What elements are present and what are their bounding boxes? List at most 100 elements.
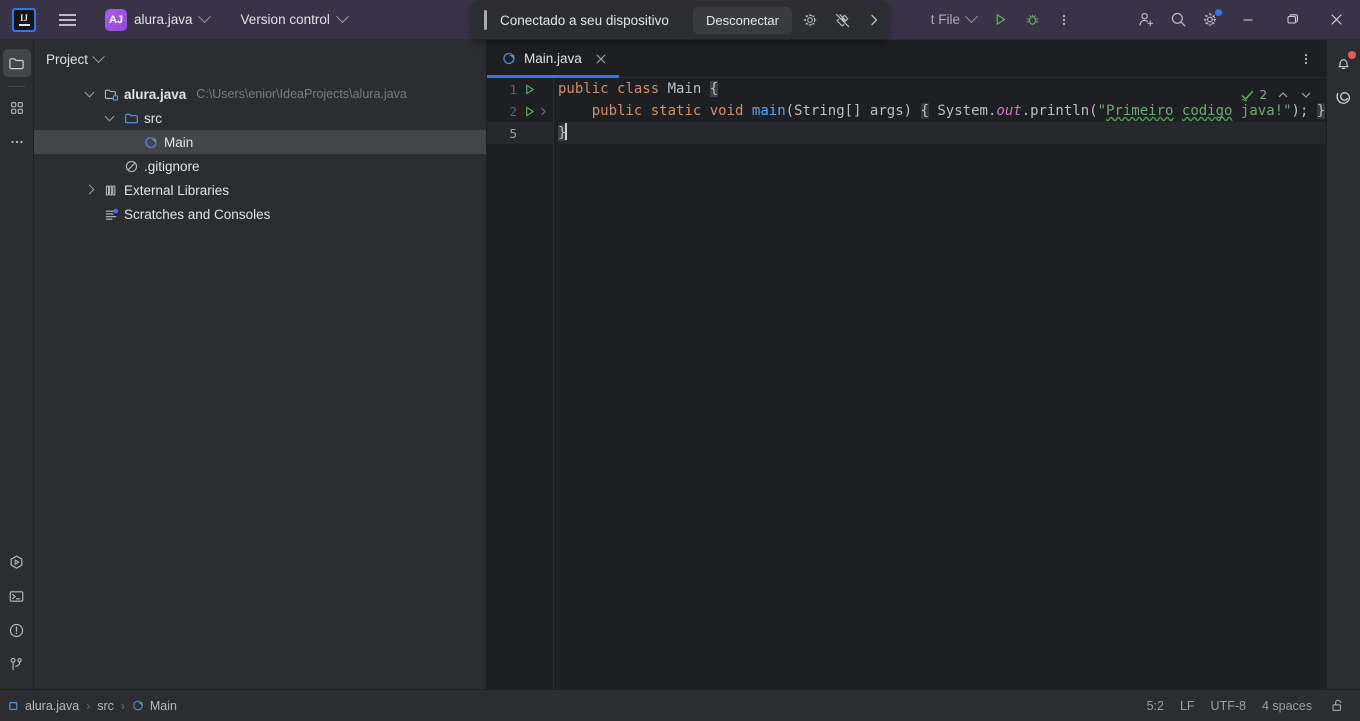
sidebar-item-terminal[interactable] <box>3 582 31 610</box>
fold-expand-icon[interactable] <box>537 103 549 119</box>
version-control-widget[interactable]: Version control <box>234 8 354 31</box>
tree-node-label: External Libraries <box>124 182 230 198</box>
read-only-toggle[interactable] <box>1324 694 1350 718</box>
sidebar-item-more[interactable] <box>3 128 31 156</box>
intellij-idea-window: IJ AJ alura.java Version control t File <box>0 0 1360 721</box>
sidebar-item-run[interactable] <box>3 548 31 576</box>
tree-node-gitignore[interactable]: .gitignore <box>34 154 486 178</box>
title-bar: IJ AJ alura.java Version control t File <box>0 0 1360 40</box>
popup-settings-button[interactable] <box>796 6 824 34</box>
inspection-status[interactable]: 2 <box>1237 82 1270 108</box>
popup-unpin-button[interactable] <box>828 6 856 34</box>
inspection-next-button[interactable] <box>1296 85 1316 105</box>
popup-expand-button[interactable] <box>860 6 888 34</box>
logo-underscore <box>18 24 30 26</box>
window-close-button[interactable] <box>1314 0 1358 40</box>
code-line-2: public static void main(String[] args) {… <box>558 100 1326 122</box>
tree-node-label: Scratches and Consoles <box>124 206 271 222</box>
warning-circle-icon <box>9 623 24 637</box>
tree-node-main[interactable]: Main <box>34 130 486 154</box>
settings-button[interactable] <box>1194 5 1226 35</box>
menu-line <box>58 18 76 21</box>
line-separator-widget[interactable]: LF <box>1172 696 1203 716</box>
breadcrumb-item-src[interactable]: src <box>97 699 114 713</box>
tree-node-scratches-and-consoles[interactable]: Scratches and Consoles <box>34 202 486 226</box>
breadcrumb-separator: › <box>86 698 91 713</box>
text-caret <box>565 123 567 140</box>
pin-off-icon <box>835 13 849 27</box>
token-class-name: Main <box>667 81 702 97</box>
debug-button[interactable] <box>1016 5 1048 35</box>
search-icon <box>1171 12 1185 27</box>
gutter-line-2: 2 <box>487 100 553 122</box>
tree-node-alura-java[interactable]: alura.java C:\Users\enior\IdeaProjects\a… <box>34 82 486 106</box>
tree-node-path: C:\Users\enior\IdeaProjects\alura.java <box>196 87 407 101</box>
code-line-5: } <box>558 122 1326 144</box>
module-small-icon <box>9 701 18 710</box>
code-with-me-button[interactable] <box>1130 5 1162 35</box>
indent-widget[interactable]: 4 spaces <box>1254 696 1320 716</box>
version-control-label: Version control <box>240 12 330 27</box>
intellij-logo-icon[interactable]: IJ <box>12 7 36 32</box>
run-configuration-selector[interactable]: t File <box>923 8 984 31</box>
search-everywhere-button[interactable] <box>1162 5 1194 35</box>
sidebar-item-version-control[interactable] <box>3 650 31 678</box>
sidebar-item-problems[interactable] <box>3 616 31 644</box>
run-method-gutter-icon[interactable] <box>521 103 537 119</box>
disconnect-button[interactable]: Desconectar <box>693 6 792 34</box>
token-class: class <box>617 81 660 97</box>
project-tree: alura.java C:\Users\enior\IdeaProjects\a… <box>34 78 486 226</box>
java-class-runnable-icon <box>501 51 517 67</box>
inspection-previous-button[interactable] <box>1273 85 1293 105</box>
main-menu-button[interactable] <box>50 3 84 37</box>
window-maximize-button[interactable] <box>1270 0 1314 40</box>
breadcrumb-item-project[interactable]: alura.java <box>8 699 79 713</box>
close-icon <box>596 54 606 63</box>
menu-line <box>58 13 76 16</box>
maximize-icon <box>1286 14 1298 24</box>
editor-options-button[interactable] <box>1292 40 1320 77</box>
code-editor[interactable]: 1 2 5 public class Main {public static … <box>487 78 1326 689</box>
device-connection-popup: Conectado a seu dispositivo Desconectar <box>472 1 888 39</box>
run-hex-icon <box>10 555 23 569</box>
window-minimize-button[interactable] <box>1226 0 1270 40</box>
spiral-icon <box>1335 92 1350 104</box>
gutter-line-1: 1 <box>487 78 553 100</box>
token-public: public <box>558 81 609 97</box>
encoding-widget[interactable]: UTF-8 <box>1203 696 1254 716</box>
tab-close-button[interactable] <box>593 51 609 67</box>
project-panel-title: Project <box>46 51 89 67</box>
twisty-expanded-icon[interactable] <box>84 87 98 101</box>
more-actions-button[interactable] <box>1048 5 1080 35</box>
tree-node-label: Main <box>164 134 194 150</box>
token-out-field: out <box>996 103 1022 119</box>
sidebar-item-commit[interactable] <box>3 94 31 122</box>
twisty-collapsed-icon[interactable] <box>84 183 98 197</box>
token-parameters: (String[] args) <box>785 103 913 119</box>
editor-text-area[interactable]: public class Main { public static void m… <box>553 78 1326 689</box>
folded-block-end[interactable]: } <box>1316 103 1326 119</box>
sidebar-item-notifications[interactable] <box>1330 49 1358 77</box>
tree-node-external-libraries[interactable]: External Libraries <box>34 178 486 202</box>
project-widget[interactable]: AJ alura.java <box>98 5 216 35</box>
caret-position-widget[interactable]: 5:2 <box>1139 696 1172 716</box>
sidebar-item-ai-assistant[interactable] <box>1330 83 1358 111</box>
project-panel-header[interactable]: Project <box>34 40 486 78</box>
tree-node-src[interactable]: src <box>34 106 486 130</box>
sidebar-item-project[interactable] <box>2 49 31 77</box>
chevron-down-icon <box>335 10 349 24</box>
folded-block[interactable]: { <box>920 103 929 119</box>
tree-node-label: src <box>144 110 162 126</box>
run-button[interactable] <box>984 5 1016 35</box>
breadcrumb-item-main[interactable]: Main <box>132 699 177 713</box>
tree-node-label: alura.java <box>124 86 187 102</box>
add-user-icon <box>1139 12 1153 27</box>
line-number: 1 <box>509 81 517 97</box>
gear-icon <box>803 13 817 27</box>
twisty-expanded-icon[interactable] <box>104 111 118 125</box>
tab-main-java[interactable]: Main.java <box>487 40 619 78</box>
run-class-gutter-icon[interactable] <box>521 81 537 97</box>
